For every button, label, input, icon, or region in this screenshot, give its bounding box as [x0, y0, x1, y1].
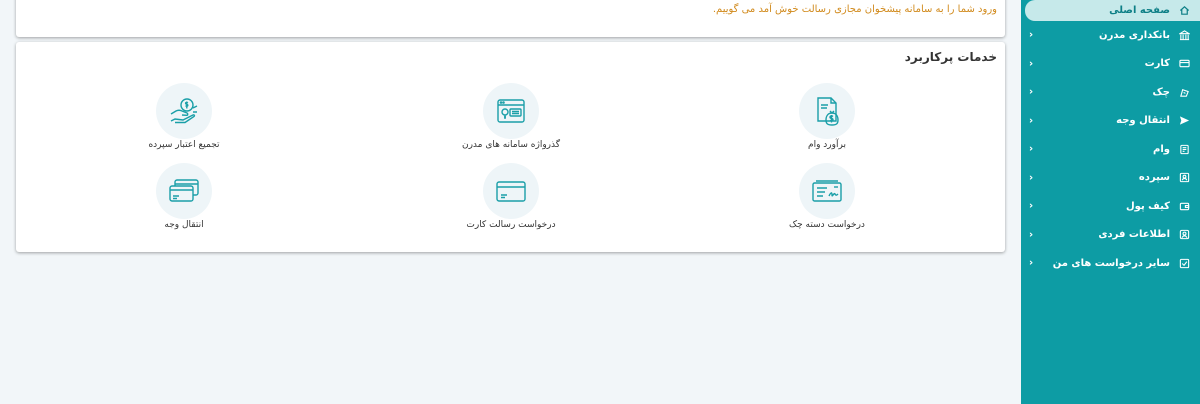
chevron-left-icon: ‹	[1029, 172, 1034, 184]
chevron-left-icon: ‹	[1029, 29, 1034, 41]
hand-money-icon	[156, 83, 212, 139]
sidebar-item-label: انتقال وجه	[1116, 115, 1170, 127]
welcome-message: ورود شما را به سامانه پیشخوان مجازی رسال…	[712, 4, 997, 15]
sidebar-item-label: صفحه اصلی	[1109, 5, 1170, 16]
home-icon	[1178, 5, 1190, 17]
chevron-left-icon: ‹	[1029, 115, 1034, 127]
sidebar-item-cheque[interactable]: چک ‹	[1021, 78, 1200, 107]
sidebar-item-label: چک	[1152, 86, 1170, 98]
sidebar-item-label: کیف پول	[1126, 200, 1170, 212]
service-deposit-credit[interactable]: تجمیع اعتبار سپرده	[104, 83, 264, 150]
service-label: درخواست رسالت کارت	[466, 220, 556, 230]
service-loan-estimate[interactable]: برآورد وام	[747, 83, 907, 150]
card-icon	[1178, 58, 1190, 70]
sidebar-item-modern-banking[interactable]: بانکداری مدرن ‹	[1021, 21, 1200, 50]
service-modern-password[interactable]: گذرواژه سامانه های مدرن	[431, 83, 591, 150]
service-label: درخواست دسته چک	[789, 220, 865, 230]
checklist-icon	[1178, 257, 1190, 269]
services-card: خدمات پرکاربرد برآورد وام گذرواژه سامانه…	[16, 42, 1005, 252]
loan-icon	[1178, 143, 1190, 155]
sidebar: صفحه اصلی بانکداری مدرن ‹ کارت ‹ چک ‹ ان…	[1021, 0, 1200, 404]
profile-icon	[1178, 229, 1190, 241]
cheque-icon	[1178, 86, 1190, 98]
sidebar-item-home[interactable]: صفحه اصلی	[1025, 0, 1200, 21]
service-label: برآورد وام	[808, 140, 846, 150]
service-label: گذرواژه سامانه های مدرن	[461, 140, 561, 150]
sidebar-item-loan[interactable]: وام ‹	[1021, 135, 1200, 164]
service-transfer[interactable]: انتقال وجه	[104, 163, 264, 230]
service-checkbook-request[interactable]: درخواست دسته چک	[747, 163, 907, 230]
sidebar-item-card[interactable]: کارت ‹	[1021, 50, 1200, 79]
chevron-left-icon: ‹	[1029, 143, 1034, 155]
service-label: تجمیع اعتبار سپرده	[148, 140, 220, 150]
sidebar-item-label: کارت	[1144, 58, 1170, 70]
sidebar-item-label: اطلاعات فردی	[1098, 229, 1170, 241]
sidebar-item-label: سایر درخواست های من	[1052, 257, 1170, 269]
sidebar-item-deposit[interactable]: سپرده ‹	[1021, 164, 1200, 193]
sidebar-item-transfer[interactable]: انتقال وجه ‹	[1021, 107, 1200, 136]
send-icon	[1178, 115, 1190, 127]
deposit-icon	[1178, 172, 1190, 184]
welcome-card: ورود شما را به سامانه پیشخوان مجازی رسال…	[16, 0, 1005, 37]
chevron-left-icon: ‹	[1029, 58, 1034, 70]
cards-transfer-icon	[156, 163, 212, 219]
sidebar-item-wallet[interactable]: کیف پول ‹	[1021, 192, 1200, 221]
chevron-left-icon: ‹	[1029, 86, 1034, 98]
checkbook-icon	[799, 163, 855, 219]
password-card-icon	[483, 83, 539, 139]
sidebar-item-label: بانکداری مدرن	[1099, 29, 1170, 41]
sidebar-item-label: سپرده	[1138, 172, 1170, 184]
chevron-left-icon: ‹	[1029, 200, 1034, 212]
sidebar-item-personal-info[interactable]: اطلاعات فردی ‹	[1021, 221, 1200, 250]
loan-bag-icon	[799, 83, 855, 139]
chevron-left-icon: ‹	[1029, 229, 1034, 241]
service-label: انتقال وجه	[164, 220, 204, 230]
bank-icon	[1178, 29, 1190, 41]
services-title: خدمات پرکاربرد	[904, 50, 997, 64]
sidebar-item-label: وام	[1153, 143, 1170, 155]
card-icon	[483, 163, 539, 219]
chevron-left-icon: ‹	[1029, 257, 1034, 269]
wallet-icon	[1178, 200, 1190, 212]
sidebar-item-other-requests[interactable]: سایر درخواست های من ‹	[1021, 249, 1200, 278]
service-card-request[interactable]: درخواست رسالت کارت	[431, 163, 591, 230]
